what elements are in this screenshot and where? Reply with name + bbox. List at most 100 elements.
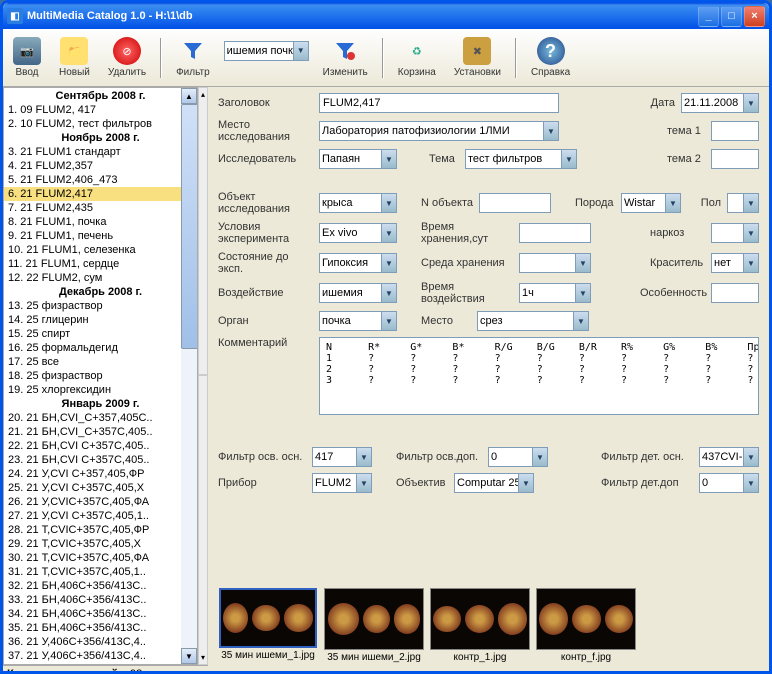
- field-cond[interactable]: Ex vivo▼: [319, 223, 397, 243]
- tree-item[interactable]: 18. 25 физраствор: [4, 369, 197, 383]
- field-date[interactable]: 21.11.2008▼: [681, 93, 759, 113]
- field-action[interactable]: ишемия▼: [319, 283, 397, 303]
- tree-item[interactable]: 34. 21 БН,406С+356/413С..: [4, 607, 197, 621]
- tree-item[interactable]: 10. 21 FLUM1, селезенка: [4, 243, 197, 257]
- tree-item[interactable]: 3. 21 FLUM1 стандарт: [4, 145, 197, 159]
- tree-item[interactable]: 1. 09 FLUM2, 417: [4, 103, 197, 117]
- tree-item[interactable]: 25. 21 У,CVI C+357C,405,Х: [4, 481, 197, 495]
- field-flt-add[interactable]: 0▼: [488, 447, 548, 467]
- field-object[interactable]: крыса▼: [319, 193, 397, 213]
- tree-item[interactable]: 31. 21 Т,CVIC+357C,405,1..: [4, 565, 197, 579]
- toolbar-modify-button[interactable]: Изменить: [319, 35, 372, 80]
- label-objective: Объектив: [396, 477, 448, 489]
- tree-item[interactable]: 26. 21 У,CVIC+357C,405,ФА: [4, 495, 197, 509]
- tree-item[interactable]: 16. 25 формальдегид: [4, 341, 197, 355]
- field-sex[interactable]: ▼: [727, 193, 759, 213]
- toolbar-help-button[interactable]: ? Справка: [527, 35, 574, 80]
- minimize-button[interactable]: _: [698, 6, 719, 27]
- tree-item[interactable]: 11. 21 FLUM1, сердце: [4, 257, 197, 271]
- label-investigator: Исследователь: [218, 153, 313, 165]
- label-feature: Особенность: [640, 287, 705, 299]
- thumbnail[interactable]: 35 мин ишеми_1.jpg: [218, 588, 318, 663]
- toolbar-settings-button[interactable]: ✖ Установки: [450, 35, 505, 80]
- tree-item[interactable]: 5. 21 FLUM2,406_473: [4, 173, 197, 187]
- tree-item[interactable]: 33. 21 БН,406С+356/413С..: [4, 593, 197, 607]
- thumbnail-image: [219, 588, 317, 648]
- tree-item[interactable]: 30. 21 Т,CVIC+357C,405,ФА: [4, 551, 197, 565]
- toolbar-delete-button[interactable]: ⊘ Удалить: [104, 35, 150, 80]
- field-storetime[interactable]: [519, 223, 591, 243]
- recycle-icon: ♻: [403, 37, 431, 65]
- list-nav-arrows[interactable]: ▴▾: [198, 87, 208, 665]
- scroll-down-icon[interactable]: ▼: [181, 648, 197, 664]
- toolbar-new-button[interactable]: 📁 Новый: [55, 35, 94, 80]
- scroll-up-icon[interactable]: ▲: [181, 88, 197, 104]
- field-fltd-add[interactable]: 0▼: [699, 473, 759, 493]
- field-theme[interactable]: тест фильтров▼: [465, 149, 577, 169]
- field-comment[interactable]: N R* G* B* R/G B/G B/R R% G% B% Примечан…: [319, 337, 759, 415]
- scrollbar[interactable]: ▲ ▼: [181, 88, 197, 664]
- label-medium: Среда хранения: [421, 257, 513, 269]
- field-place[interactable]: Лаборатория патофизиологии 1ЛМИ▼: [319, 121, 559, 141]
- chevron-down-icon: ▼: [293, 42, 308, 60]
- field-placeorg[interactable]: срез▼: [477, 311, 589, 331]
- tree-item[interactable]: 12. 22 FLUM2, сум: [4, 271, 197, 285]
- thumbnail[interactable]: контр_1.jpg: [430, 588, 530, 663]
- tree-item[interactable]: 35. 21 БН,406С+356/413С..: [4, 621, 197, 635]
- toolbar-bin-button[interactable]: ♻ Корзина: [394, 35, 440, 80]
- thumbnail-image: [430, 588, 530, 650]
- field-investigator[interactable]: Папаян▼: [319, 149, 397, 169]
- field-medium[interactable]: ▼: [519, 253, 591, 273]
- field-state[interactable]: Гипоксия▼: [319, 253, 397, 273]
- tree-item[interactable]: 21. 21 БН,CVI_C+357C,405..: [4, 425, 197, 439]
- tree-item[interactable]: 2. 10 FLUM2, тест фильтров: [4, 117, 197, 131]
- label-theme: Тема: [429, 153, 459, 165]
- field-fltd-main[interactable]: 437CVI-K▼: [699, 447, 759, 467]
- tree-item[interactable]: 36. 21 У,406С+356/413С,4..: [4, 635, 197, 649]
- field-dye[interactable]: нет▼: [711, 253, 759, 273]
- label-organ: Орган: [218, 315, 313, 327]
- maximize-button[interactable]: □: [721, 6, 742, 27]
- field-device[interactable]: FLUM2▼: [312, 473, 372, 493]
- tree-item[interactable]: 14. 25 глицерин: [4, 313, 197, 327]
- tree-item[interactable]: 28. 21 Т,CVIC+357C,405,ФР: [4, 523, 197, 537]
- field-theme1[interactable]: [711, 121, 759, 141]
- tree-item[interactable]: 9. 21 FLUM1, печень: [4, 229, 197, 243]
- tree-item[interactable]: 24. 21 У,CVI C+357,405,ФР: [4, 467, 197, 481]
- field-organ[interactable]: почка▼: [319, 311, 397, 331]
- thumbnail[interactable]: контр_f.jpg: [536, 588, 636, 663]
- tree-item[interactable]: 6. 21 FLUM2,417: [4, 187, 197, 201]
- toolbar-input-button[interactable]: 📷 Ввод: [9, 35, 45, 80]
- record-list: Сентябрь 2008 г.1. 09 FLUM2, 4172. 10 FL…: [3, 87, 198, 665]
- tree-month-header: Январь 2009 г.: [4, 397, 197, 411]
- label-breed: Порода: [575, 197, 615, 209]
- toolbar-filter-button[interactable]: Фильтр: [172, 35, 214, 80]
- tree-item[interactable]: 29. 21 Т,CVIC+357C,405,Х: [4, 537, 197, 551]
- scroll-thumb[interactable]: [181, 104, 197, 349]
- field-narcose[interactable]: ▼: [711, 223, 759, 243]
- field-acttime[interactable]: 1ч▼: [519, 283, 591, 303]
- tree-item[interactable]: 32. 21 БН,406С+356/413С..: [4, 579, 197, 593]
- field-objective[interactable]: Computar 25▼: [454, 473, 534, 493]
- tree-item[interactable]: 8. 21 FLUM1, почка: [4, 215, 197, 229]
- field-flt-main[interactable]: 417▼: [312, 447, 372, 467]
- tree-item[interactable]: 7. 21 FLUM2,435: [4, 201, 197, 215]
- tree-item[interactable]: 27. 21 У,CVI C+357C,405,1..: [4, 509, 197, 523]
- tree-item[interactable]: 13. 25 физраствор: [4, 299, 197, 313]
- tree-item[interactable]: 37. 21 У,406С+356/413С,4..: [4, 649, 197, 663]
- field-breed[interactable]: Wistar▼: [621, 193, 681, 213]
- tree-item[interactable]: 19. 25 хлоргексидин: [4, 383, 197, 397]
- close-button[interactable]: ×: [744, 6, 765, 27]
- tree-item[interactable]: 17. 25 все: [4, 355, 197, 369]
- thumbnail[interactable]: 35 мин ишеми_2.jpg: [324, 588, 424, 663]
- tree-item[interactable]: 4. 21 FLUM2,357: [4, 159, 197, 173]
- field-theme2[interactable]: [711, 149, 759, 169]
- filter-combo[interactable]: ишемия почки▼: [224, 41, 309, 61]
- field-nobject[interactable]: [479, 193, 551, 213]
- field-feature[interactable]: [711, 283, 759, 303]
- field-title[interactable]: FLUM2,417: [319, 93, 559, 113]
- tree-item[interactable]: 22. 21 БН,CVI C+357C,405..: [4, 439, 197, 453]
- tree-item[interactable]: 15. 25 спирт: [4, 327, 197, 341]
- tree-item[interactable]: 23. 21 БН,CVI C+357C,405..: [4, 453, 197, 467]
- tree-item[interactable]: 20. 21 БН,CVI_C+357,405C..: [4, 411, 197, 425]
